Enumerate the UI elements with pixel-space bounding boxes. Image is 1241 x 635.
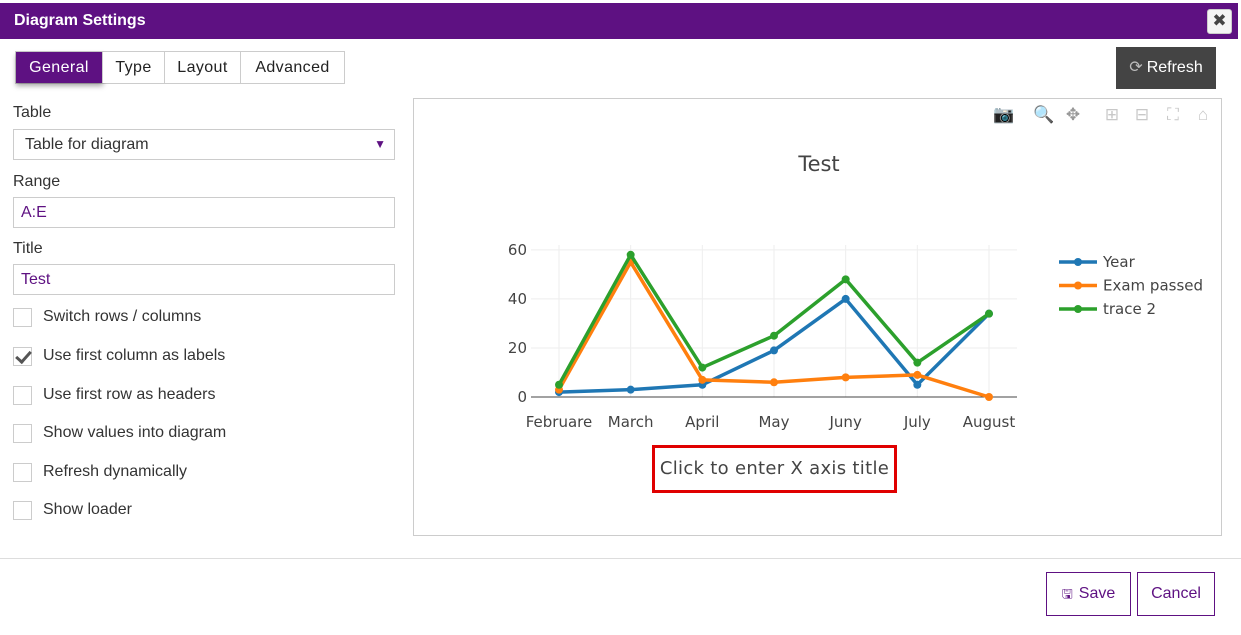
save-icon: 🖫 (1061, 586, 1073, 601)
x-axis-title[interactable]: Click to enter X axis title (652, 445, 897, 493)
checkbox-box[interactable] (13, 463, 32, 482)
legend-swatch-point (1074, 258, 1082, 266)
close-icon: ✖ (1212, 11, 1227, 30)
y-tick-label: 60 (508, 241, 527, 259)
data-point (698, 363, 707, 372)
data-point (985, 309, 993, 318)
tab-type[interactable]: Type (103, 52, 165, 83)
data-point (770, 331, 778, 340)
data-point (841, 294, 850, 303)
checkbox-box[interactable] (13, 501, 32, 520)
save-label: Save (1078, 585, 1116, 602)
legend-label: Year (1102, 253, 1136, 271)
legend-swatch-point (1074, 281, 1082, 290)
footer-divider (0, 558, 1241, 559)
y-tick-label: 20 (508, 339, 527, 357)
legend-label: trace 2 (1103, 300, 1156, 318)
refresh-label: Refresh (1146, 59, 1203, 76)
x-tick-label: August (963, 413, 1016, 431)
data-point (913, 380, 922, 389)
legend-swatch-point (1074, 305, 1082, 313)
x-tick-label: July (903, 413, 931, 431)
checkbox-label: Show loader (43, 501, 132, 518)
checkbox-label: Use first column as labels (43, 347, 226, 364)
cancel-button[interactable]: Cancel (1137, 572, 1215, 616)
checkbox-box[interactable] (13, 308, 32, 327)
refresh-button[interactable]: ⟳ Refresh (1116, 47, 1216, 89)
checkbox-label: Use first row as headers (43, 386, 216, 403)
data-point (913, 358, 922, 367)
x-tick-label: May (758, 413, 789, 431)
checkbox-box[interactable] (13, 386, 32, 405)
data-point (698, 375, 707, 384)
table-select-value: Table for diagram (25, 136, 149, 153)
y-tick-label: 0 (517, 388, 527, 406)
chart-preview[interactable]: 📷 🔍 ✥ ⊞ ⊟ ⛶ ⌂ Test 0 20 40 60 Februare March Ap… (413, 98, 1222, 536)
checkbox-label: Switch rows / columns (43, 308, 202, 325)
x-tick-label: Februare (526, 413, 593, 431)
tab-general[interactable]: General (16, 52, 103, 83)
checkbox-label: Refresh dynamically (43, 463, 188, 480)
x-tick-label: March (608, 413, 654, 431)
checkbox-box[interactable] (13, 424, 32, 443)
data-point (770, 346, 778, 355)
data-point (626, 250, 635, 259)
data-point (555, 380, 563, 389)
data-point (841, 373, 850, 382)
range-input[interactable]: A:E (13, 197, 395, 228)
tab-advanced[interactable]: Advanced (241, 52, 344, 83)
close-button[interactable]: ✖ (1207, 9, 1232, 34)
x-tick-label: Juny (829, 413, 862, 431)
title-label: Title (13, 240, 43, 257)
data-point (985, 393, 993, 401)
range-label: Range (13, 173, 61, 190)
data-point (841, 275, 850, 284)
data-point (913, 370, 922, 379)
title-input[interactable]: Test (13, 264, 395, 295)
data-point (770, 378, 778, 387)
checkbox-label: Show values into diagram (43, 424, 227, 441)
table-select[interactable]: Table for diagram ▼ (13, 129, 395, 160)
save-button[interactable]: 🖫 Save (1046, 572, 1131, 616)
chart-title: Test (797, 152, 839, 176)
tab-bar: General Type Layout Advanced (15, 51, 345, 84)
x-tick-label: April (685, 413, 719, 431)
legend-label: Exam passed (1103, 277, 1203, 295)
dialog-titlebar: Diagram Settings ✖ (0, 3, 1238, 39)
checkbox-box-checked[interactable] (13, 347, 32, 366)
dialog-title: Diagram Settings (14, 12, 146, 29)
refresh-icon: ⟳ (1129, 59, 1143, 76)
y-tick-label: 40 (508, 290, 527, 308)
tab-layout[interactable]: Layout (165, 52, 241, 83)
chevron-down-icon: ▼ (374, 137, 386, 151)
data-point (626, 385, 635, 394)
table-label: Table (13, 104, 52, 121)
